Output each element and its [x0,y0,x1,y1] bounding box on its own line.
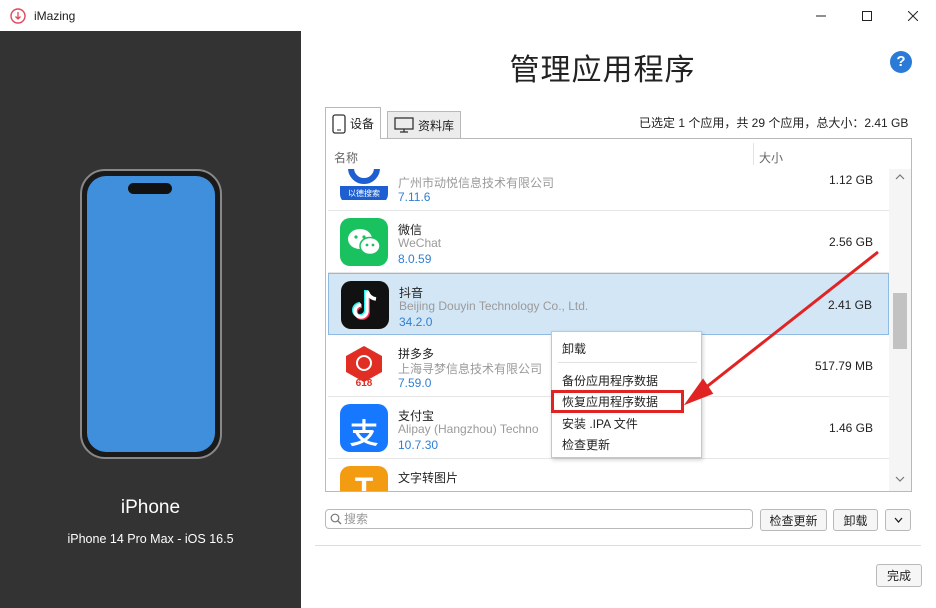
app-size: 1.46 GB [828,421,873,435]
imazing-window: iMazing iPhone iPhone 14 Pro Max - iOS 1… [0,0,936,608]
search-app-icon: 以德搜索 [340,169,388,204]
maximize-button[interactable] [844,0,890,31]
highlight-box [551,390,684,413]
title-bar: iMazing [0,0,936,31]
page-title: 管理应用程序 [509,54,696,87]
app-version: 7.59.0 [398,376,432,390]
app-size: 1.12 GB [828,173,873,187]
chevron-down-icon [894,517,902,523]
column-size-header[interactable]: 大小 [759,149,783,166]
tab-library[interactable]: 资料库 [387,111,462,138]
column-separator [753,143,754,165]
search-box[interactable] [325,509,753,529]
app-row[interactable]: T 文字转图片 [328,459,889,492]
app-size: 517.79 MB [814,359,873,373]
maximize-icon [862,10,872,21]
main-panel: 管理应用程序 ? 设备 资料库 已选定 1 个应用，共 29 个应用，总大小：2… [301,31,936,608]
phone-icon [332,113,346,134]
device-name: iPhone [120,497,181,518]
scrollbar-thumb[interactable] [893,293,907,349]
app-vendor: 上海寻梦信息技术有限公司 [398,362,543,376]
list-scrollbar[interactable] [889,169,911,491]
iphone-illustration [80,169,222,459]
app-row[interactable]: 以德搜索 广州市动悦信息技术有限公司 7.11.6 1.12 GB [328,169,889,211]
app-version: 7.11.6 [398,190,431,204]
search-app-icon-label: 以德搜索 [348,189,380,198]
app-version: 34.2.0 [399,315,433,329]
list-header: 名称 大小 [326,139,887,169]
menu-item-uninstall[interactable]: 卸载 [562,340,586,357]
wechat-icon [340,218,388,266]
app-version: 8.0.59 [398,252,432,266]
app-version: 10.7.30 [398,438,439,452]
minimize-button[interactable] [798,0,844,31]
tab-device[interactable]: 设备 [325,107,382,139]
search-icon [330,513,342,525]
menu-item-check-updates[interactable]: 检查更新 [562,436,610,453]
imazing-logo-icon [10,7,26,24]
menu-item-backup-app-data[interactable]: 备份应用程序数据 [562,372,658,389]
window-title: iMazing [34,8,76,23]
search-input[interactable] [344,512,744,526]
text-to-image-icon: T [340,466,388,492]
app-vendor: WeChat [398,236,442,250]
app-size: 2.41 GB [827,298,872,312]
alipay-icon: 支 [340,404,388,452]
app-vendor: Alipay (Hangzhou) Techno [398,422,539,436]
pinduoduo-icon: 618 [340,342,388,390]
app-vendor: Beijing Douyin Technology Co., Ltd. [399,299,589,313]
menu-separator [558,362,697,363]
selection-summary: 已选定 1 个应用，共 29 个应用，总大小：2.41 GB [639,116,909,130]
chevron-down-icon[interactable] [895,475,905,483]
tab-library-label: 资料库 [418,118,455,133]
uninstall-button[interactable]: 卸载 [833,509,878,531]
menu-item-install-ipa[interactable]: 安装 .IPA 文件 [562,415,638,432]
close-window-button[interactable] [890,0,936,31]
device-panel: iPhone iPhone 14 Pro Max - iOS 16.5 [0,31,301,608]
alipay-icon-label: 支 [349,418,378,449]
monitor-icon [394,117,414,133]
app-row-selected[interactable]: 抖音 Beijing Douyin Technology Co., Ltd. 3… [328,273,889,335]
bottom-divider [315,545,921,546]
text-to-image-icon-label: T [354,472,374,492]
more-options-button[interactable] [885,509,911,531]
close-icon [908,10,918,21]
pinduoduo-icon-label: 618 [355,378,373,389]
app-row[interactable]: 微信 WeChat 8.0.59 2.56 GB [328,211,889,273]
douyin-icon [341,281,389,329]
tab-device-label: 设备 [350,117,375,131]
column-name-header[interactable]: 名称 [334,149,358,166]
minimize-icon [816,15,826,16]
device-model: iPhone 14 Pro Max - iOS 16.5 [67,532,234,546]
app-size: 2.56 GB [828,235,873,249]
app-vendor: 广州市动悦信息技术有限公司 [398,176,555,190]
chevron-up-icon[interactable] [895,173,905,181]
help-button[interactable]: ? [890,51,912,73]
check-updates-button[interactable]: 检查更新 [760,509,827,531]
app-name: 文字转图片 [398,471,459,485]
done-button[interactable]: 完成 [876,564,922,587]
